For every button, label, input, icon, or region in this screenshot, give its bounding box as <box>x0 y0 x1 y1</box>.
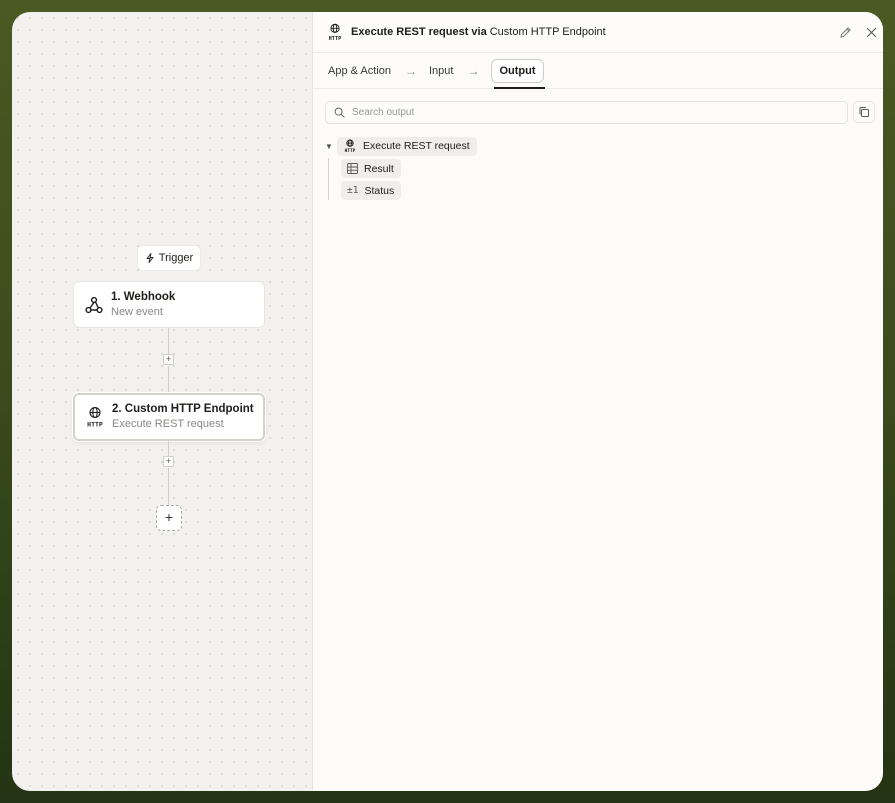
lightning-icon <box>146 253 154 263</box>
connector-line <box>168 468 169 505</box>
webhook-icon <box>83 294 105 316</box>
tree-root-label: Execute REST request <box>363 140 470 152</box>
step-subtitle: Execute REST request <box>112 418 224 430</box>
close-button[interactable] <box>863 24 879 40</box>
trigger-label: Trigger <box>158 252 194 264</box>
add-final-step-button[interactable]: + <box>156 505 182 531</box>
svg-text:HTTP: HTTP <box>329 36 342 41</box>
step-node-webhook[interactable]: 1. Webhook New event <box>73 281 265 328</box>
step-detail-panel: HTTP Execute REST request via Custom HTT… <box>312 12 883 791</box>
tree-item-label: Status <box>364 184 395 197</box>
trigger-badge[interactable]: Trigger <box>137 245 201 271</box>
table-icon <box>347 163 358 174</box>
panel-tabs: App & Action → Input → Output <box>313 53 883 89</box>
search-output-field[interactable] <box>325 101 848 124</box>
arrow-right-icon: → <box>467 63 480 78</box>
tab-input[interactable]: Input <box>429 65 453 77</box>
tree-item-result[interactable]: Result <box>341 159 401 178</box>
http-icon: HTTP <box>345 139 356 153</box>
plus-minus-icon: ±1 <box>347 185 359 196</box>
tree-root-chip[interactable]: HTTP Execute REST request <box>337 136 477 156</box>
connector-line <box>168 440 169 456</box>
panel-title: Execute REST request via <box>351 26 487 38</box>
caret-down-icon[interactable]: ▼ <box>325 142 337 151</box>
pencil-icon <box>839 26 851 38</box>
add-step-button[interactable]: + <box>163 354 174 365</box>
edit-button[interactable] <box>837 24 853 40</box>
close-icon <box>866 27 876 37</box>
http-icon: HTTP <box>84 406 106 428</box>
tab-app-action[interactable]: App & Action <box>328 65 391 77</box>
step-title: 1. Webhook <box>111 290 176 303</box>
svg-text:HTTP: HTTP <box>87 421 103 429</box>
panel-title-app: Custom HTTP Endpoint <box>489 26 606 38</box>
search-row <box>313 89 883 134</box>
search-input[interactable] <box>352 107 832 118</box>
tree-guide-line <box>328 158 329 200</box>
tree-item-label: Result <box>364 162 394 175</box>
tree-node-root[interactable]: ▼ HTTP Execute REST request <box>325 136 477 156</box>
connector-line <box>168 366 169 394</box>
panel-header: HTTP Execute REST request via Custom HTT… <box>313 12 883 53</box>
tab-output[interactable]: Output <box>491 58 544 83</box>
step-node-http[interactable]: HTTP 2. Custom HTTP Endpoint Execute RES… <box>73 393 265 441</box>
tree-item-status[interactable]: ±1 Status <box>341 181 402 200</box>
svg-text:HTTP: HTTP <box>345 148 356 153</box>
arrow-right-icon: → <box>405 63 417 78</box>
search-icon <box>334 107 345 118</box>
step-title: 2. Custom HTTP Endpoint <box>112 403 254 415</box>
app-window: Trigger 1. Webhook New event + HTTP 2. C… <box>12 12 883 791</box>
add-step-button[interactable]: + <box>163 456 174 467</box>
http-icon: HTTP <box>329 23 342 41</box>
copy-icon <box>859 107 869 117</box>
copy-button[interactable] <box>853 101 875 123</box>
step-subtitle: New event <box>111 305 163 318</box>
